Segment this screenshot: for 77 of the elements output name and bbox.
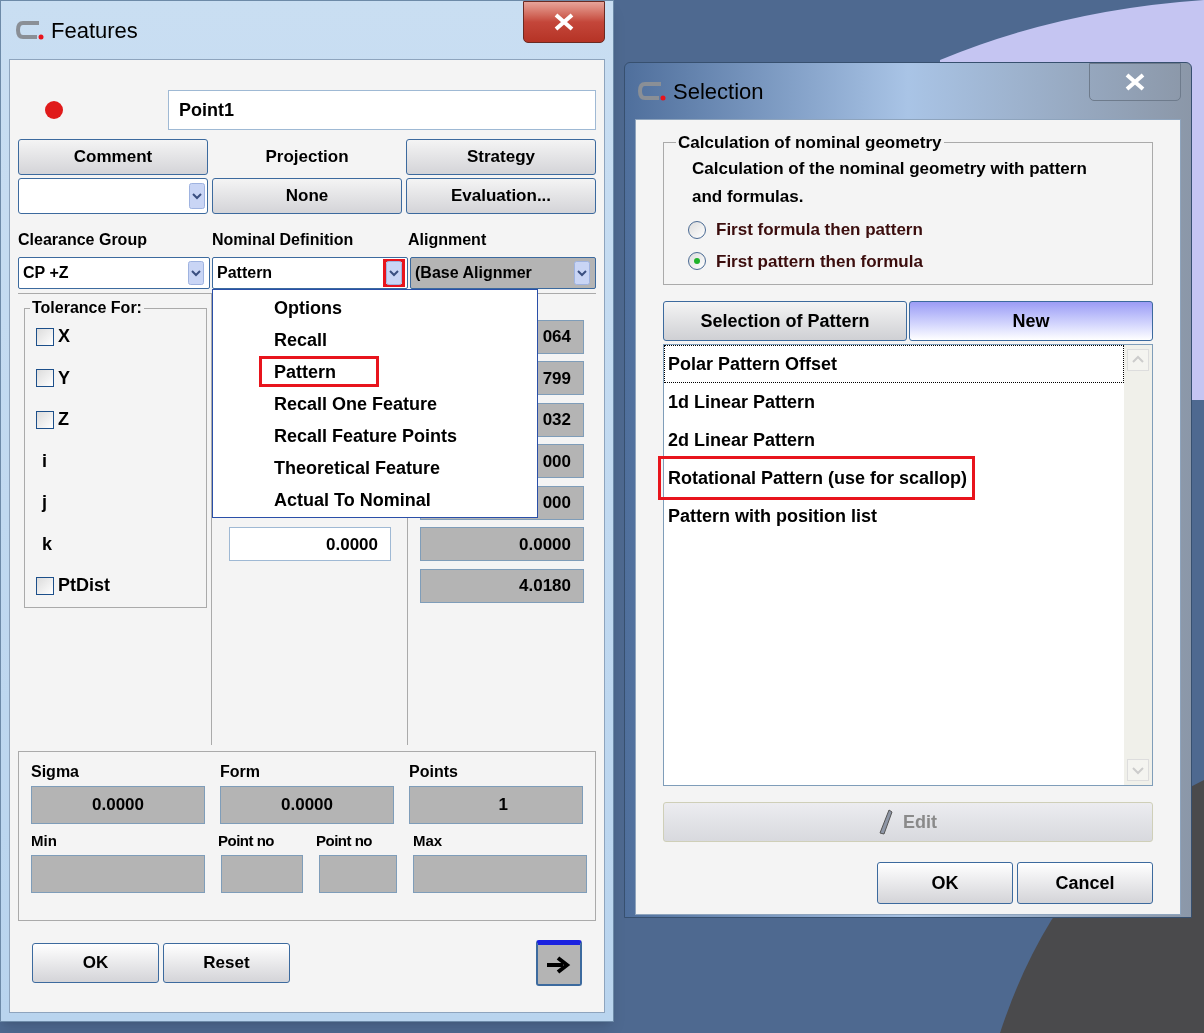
axis-label: Y [58,366,70,390]
chevron-down-icon [188,261,204,285]
chevron-down-icon [189,183,205,209]
app-logo-icon [637,80,667,102]
chevron-down-icon [574,261,590,285]
chevron-down-icon [386,261,402,285]
statistic-label: Max [413,831,444,851]
evaluation-button[interactable]: Evaluation... [406,178,596,214]
checkbox[interactable] [36,410,54,429]
list-item[interactable]: Rotational Pattern (use for scallop) [661,459,973,497]
nominal-definition-label: Nominal Definition [212,230,355,250]
cancel-button[interactable]: Cancel [1017,862,1153,904]
alignment-label: Alignment [408,230,488,250]
axis-label: Z [58,408,69,432]
statistic-value-field: 0.0000 [220,786,394,824]
checkbox[interactable] [36,369,54,388]
window-title: Features [51,16,139,45]
name-field[interactable]: Point1 [168,90,596,130]
menu-item[interactable]: Theoretical Feature [259,452,456,483]
axis-label: j [42,491,47,515]
menu-item[interactable]: Recall Feature Points [259,420,473,451]
menu-item[interactable]: Recall [259,324,343,355]
close-button[interactable] [523,1,605,43]
tab[interactable]: Selection of Pattern [663,301,907,341]
nominal-definition-select[interactable]: Pattern [212,257,408,289]
axis-label: PtDist [58,574,110,598]
radio-button[interactable] [688,220,706,239]
window-title: Selection [673,77,765,106]
statistic-value-field: 0.0000 [31,786,205,824]
actual-value-field: 0.0000 [420,527,584,562]
list-item[interactable]: Pattern with position list [664,497,1124,535]
menu-item[interactable]: Pattern [259,356,379,387]
projection-button[interactable]: None [212,178,402,214]
clearance-group-label: Clearance Group [18,230,148,250]
checkbox[interactable] [36,327,54,346]
app-logo-icon [15,19,45,41]
comment-dropdown[interactable] [18,178,208,214]
nominal-value-field[interactable]: 0.0000 [229,527,391,562]
statistic-label: Points [409,762,459,782]
list-item[interactable]: 1d Linear Pattern [664,383,1124,421]
close-icon [553,13,575,31]
clearance-select[interactable]: CP +Z [18,257,210,289]
statistic-value-field: 1 [409,786,583,824]
menu-item[interactable]: Recall One Feature [259,388,453,419]
comment-button[interactable]: Comment [18,139,208,175]
calculation-description: Calculation of the nominal geometry with pattern and formulas. [692,158,1088,208]
reset-button[interactable]: Reset [163,943,290,983]
pencil-icon [879,809,893,835]
status-dot-icon [44,100,64,120]
axis-label: i [42,449,47,473]
menu-item[interactable]: Actual To Nominal [259,484,446,515]
menu-item[interactable]: Options [259,292,357,323]
ok-button[interactable]: OK [32,943,159,983]
strategy-button[interactable]: Strategy [406,139,596,175]
chevron-down-icon [1127,759,1149,781]
dropdown-arrow-button[interactable] [185,259,207,287]
radio-label: First pattern then formula [716,250,923,273]
dropdown-arrow-button[interactable] [383,259,405,287]
chevron-up-icon [1127,349,1149,371]
statistic-label: Sigma [31,762,80,782]
radio-button[interactable] [688,252,706,271]
list-item[interactable]: Polar Pattern Offset [664,345,1124,383]
close-icon [1124,73,1146,91]
list-item[interactable]: 2d Linear Pattern [664,421,1124,459]
projection-label: Projection [264,146,350,169]
actual-value-field: 4.0180 [420,568,584,603]
next-button[interactable] [536,940,582,986]
statistic-label: Form [220,762,261,782]
axis-label: X [58,325,70,349]
radio-label: First formula then pattern [716,219,923,241]
ok-button[interactable]: OK [877,862,1013,904]
statistic-label: Min [31,831,58,851]
tab[interactable]: New [909,301,1153,341]
axis-label: k [42,532,52,556]
statistic-label: Point no [218,831,275,851]
statistic-label: Point no [316,831,373,851]
checkbox[interactable] [36,576,54,595]
